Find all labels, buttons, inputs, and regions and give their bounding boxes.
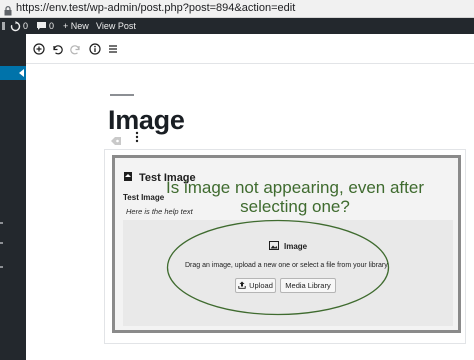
redo-icon[interactable] — [69, 42, 83, 56]
field-label: Test Image — [123, 193, 165, 202]
new-content-button[interactable]: + New — [63, 20, 89, 32]
editor-toolbar — [26, 34, 474, 64]
annotation-ellipse — [166, 219, 390, 316]
browser-url-bar[interactable]: https://env.test/wp-admin/post.php?post=… — [0, 0, 474, 18]
menu-item-marker[interactable] — [0, 242, 3, 244]
view-post-link[interactable]: View Post — [96, 20, 136, 32]
outline-icon[interactable] — [106, 42, 120, 56]
menu-item-marker[interactable] — [0, 222, 3, 224]
new-content-label: + New — [63, 21, 89, 31]
lock-icon — [4, 3, 12, 16]
admin-menu — [0, 34, 26, 360]
annotation-text: Is image not appearing, even after selec… — [166, 178, 424, 216]
block-type-icon — [123, 171, 133, 185]
current-item-arrow — [19, 69, 24, 77]
site-menu-edge[interactable] — [2, 20, 6, 32]
info-icon[interactable] — [88, 42, 102, 56]
add-block-icon[interactable] — [32, 42, 46, 56]
wp-admin-bar: 0 0 + New View Post — [0, 18, 474, 34]
comments-icon — [36, 21, 47, 31]
updates-icon — [10, 20, 21, 32]
block-type-icon[interactable] — [110, 133, 122, 145]
menu-item-marker[interactable] — [0, 266, 3, 268]
updates-count: 0 — [23, 21, 29, 31]
undo-icon[interactable] — [50, 42, 64, 56]
comments-button[interactable]: 0 — [36, 20, 54, 32]
screen: https://env.test/wp-admin/post.php?post=… — [0, 0, 474, 360]
page-title[interactable]: Image — [108, 105, 185, 136]
title-separator — [110, 94, 134, 96]
more-options-icon[interactable] — [134, 130, 140, 144]
comments-count: 0 — [49, 21, 55, 31]
updates-button[interactable]: 0 — [10, 20, 28, 32]
view-post-label: View Post — [96, 21, 136, 31]
url-text[interactable]: https://env.test/wp-admin/post.php?post=… — [16, 2, 295, 14]
